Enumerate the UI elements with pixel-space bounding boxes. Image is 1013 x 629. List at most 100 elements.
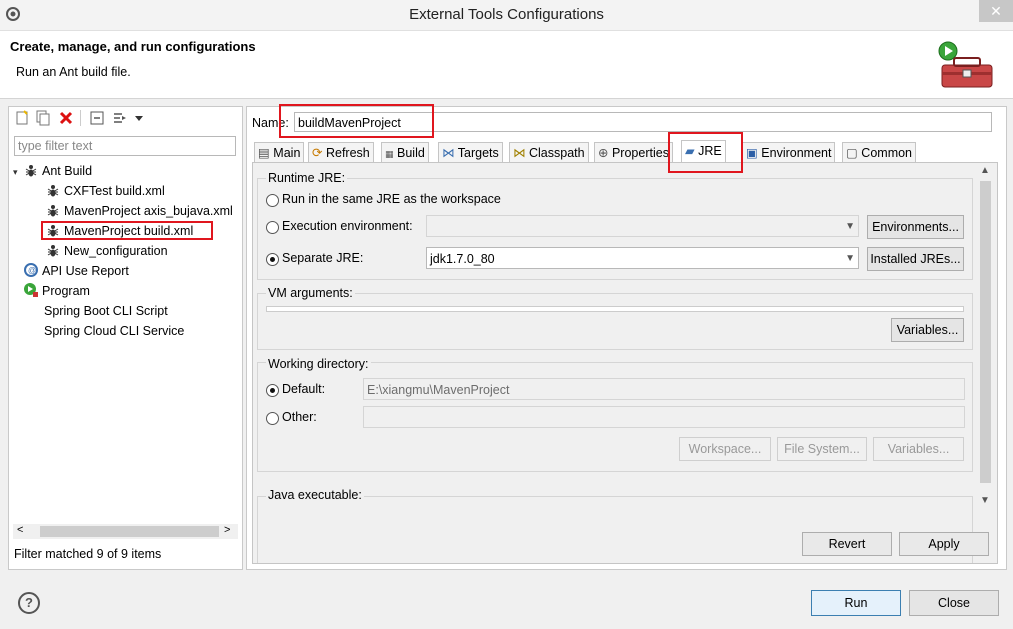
common-icon: ▢ [846, 146, 858, 160]
filter-status-text: Filter matched 9 of 9 items [14, 547, 162, 561]
tab-properties[interactable]: ⊕ Properties [594, 142, 673, 163]
default-directory-label: Default: [282, 382, 326, 396]
tab-label: Classpath [528, 146, 585, 160]
properties-icon: ⊕ [598, 146, 609, 160]
other-directory-label: Other: [282, 410, 317, 424]
other-directory-field[interactable] [363, 406, 965, 428]
tree-item-label: New_configuration [64, 244, 168, 258]
vm-arguments-title: VM arguments: [266, 286, 355, 300]
run-button[interactable]: Run [811, 590, 901, 616]
window-close-button[interactable]: ✕ [979, 0, 1013, 22]
delete-icon[interactable] [58, 110, 74, 126]
execution-environment-radio[interactable] [266, 221, 279, 234]
build-icon: ▦ [385, 149, 394, 159]
chevron-down-icon: ▼ [845, 253, 855, 264]
close-button[interactable]: Close [909, 590, 999, 616]
tree-item-label: CXFTest build.xml [64, 184, 165, 198]
separate-jre-value: jdk1.7.0_80 [430, 252, 495, 266]
classpath-icon: ⋈ [513, 146, 526, 160]
tree-toolbar [9, 107, 242, 131]
tree-item-spring-cloud-cli[interactable]: Spring Cloud CLI Service [44, 321, 184, 341]
help-icon[interactable]: ? [18, 592, 40, 614]
scroll-right-icon[interactable]: > [224, 524, 230, 536]
configuration-tree-panel: type filter text ▾ Ant Build CXFTest buil… [8, 106, 243, 570]
tree-item-program[interactable]: Program [23, 281, 90, 301]
filter-input[interactable]: type filter text [14, 136, 236, 156]
environments-button[interactable]: Environments... [867, 215, 964, 239]
tab-label: Build [397, 146, 425, 160]
tab-build[interactable]: ▦ Build [381, 142, 429, 163]
runtime-jre-title: Runtime JRE: [266, 171, 348, 185]
separate-jre-select[interactable]: jdk1.7.0_80 ▼ [426, 247, 859, 269]
tree-item-label: Spring Boot CLI Script [44, 304, 168, 318]
window-title: External Tools Configurations [409, 6, 604, 23]
collapse-all-icon[interactable] [89, 110, 105, 126]
installed-jres-button[interactable]: Installed JREs... [867, 247, 964, 271]
apply-button[interactable]: Apply [899, 532, 989, 556]
tab-targets[interactable]: ⋈ Targets [438, 142, 503, 163]
tree-item[interactable]: MavenProject axis_bujava.xml [45, 201, 233, 221]
jre-tab-content: Runtime JRE: Run in the same JRE as the … [252, 162, 998, 564]
toolbar-separator [80, 110, 81, 126]
tab-label: Targets [457, 146, 499, 160]
tree-item-spring-boot-cli[interactable]: Spring Boot CLI Script [44, 301, 168, 321]
workspace-button[interactable]: Workspace... [679, 437, 771, 461]
title-bar: External Tools Configurations ✕ [0, 0, 1013, 31]
highlight-name-box [279, 104, 434, 138]
header-title: Create, manage, and run configurations [10, 39, 256, 54]
scroll-left-icon[interactable]: < [17, 524, 23, 536]
tree-item[interactable]: CXFTest build.xml [45, 181, 165, 201]
tree-item-label: MavenProject axis_bujava.xml [64, 204, 233, 218]
tree-item-ant-build[interactable]: ▾ Ant Build [13, 161, 92, 181]
same-jre-radio[interactable] [266, 194, 279, 207]
duplicate-icon[interactable] [35, 110, 51, 126]
default-directory-radio[interactable] [266, 384, 279, 397]
refresh-icon: ⟳ [312, 146, 323, 160]
tab-refresh[interactable]: ⟳ Refresh [308, 142, 374, 163]
execution-environment-label: Execution environment: [282, 219, 413, 233]
new-configuration-icon[interactable] [14, 110, 30, 126]
main-tab-icon: ▤ [258, 146, 270, 160]
tab-common[interactable]: ▢ Common [842, 142, 917, 163]
other-directory-radio[interactable] [266, 412, 279, 425]
filter-icon[interactable] [112, 110, 128, 126]
revert-button[interactable]: Revert [802, 532, 892, 556]
tab-label: Main [273, 146, 301, 160]
tab-classpath[interactable]: ⋈ Classpath [509, 142, 589, 163]
chevron-down-icon[interactable] [134, 110, 144, 126]
tree-item-label: Ant Build [42, 164, 93, 178]
environment-icon: ▣ [746, 146, 758, 160]
tab-main[interactable]: ▤ Main [254, 142, 305, 163]
tree-item-api-use-report[interactable]: @ API Use Report [23, 261, 129, 281]
tree-item-label: API Use Report [42, 264, 129, 278]
tree-item-label: Spring Cloud CLI Service [44, 324, 185, 338]
dialog-header: Create, manage, and run configurations R… [0, 31, 1013, 99]
same-jre-label: Run in the same JRE as the workspace [282, 192, 501, 206]
file-system-button[interactable]: File System... [777, 437, 867, 461]
separate-jre-radio[interactable] [266, 253, 279, 266]
configuration-editor-panel: Name: buildMavenProject ▤ Main ⟳ Refresh… [246, 106, 1007, 570]
api-report-icon: @ [24, 263, 38, 277]
scrollbar-thumb[interactable] [980, 181, 991, 483]
program-icon [24, 283, 38, 297]
working-directory-title: Working directory: [266, 357, 371, 371]
expand-arrow-icon[interactable]: ▾ [13, 162, 23, 182]
scrollbar-thumb[interactable] [40, 526, 219, 537]
vm-variables-button[interactable]: Variables... [891, 318, 964, 342]
scroll-up-icon[interactable]: ▲ [980, 165, 990, 176]
external-tools-toolbox-icon [938, 41, 993, 88]
tree-item[interactable]: New_configuration [45, 241, 168, 261]
default-directory-field: E:\xiangmu\MavenProject [363, 378, 965, 400]
ant-icon [25, 165, 37, 177]
execution-environment-select[interactable]: ▼ [426, 215, 859, 237]
vm-arguments-textarea[interactable] [266, 306, 964, 312]
tab-environment[interactable]: ▣ Environment [742, 142, 836, 163]
wd-variables-button[interactable]: Variables... [873, 437, 964, 461]
highlight-selected-config-box [41, 221, 213, 240]
scroll-down-icon[interactable]: ▼ [980, 495, 990, 506]
tab-label: Common [861, 146, 913, 160]
targets-icon: ⋈ [442, 146, 455, 160]
svg-text:@: @ [28, 266, 36, 275]
ant-icon [47, 245, 59, 257]
tab-label: Refresh [325, 146, 370, 160]
